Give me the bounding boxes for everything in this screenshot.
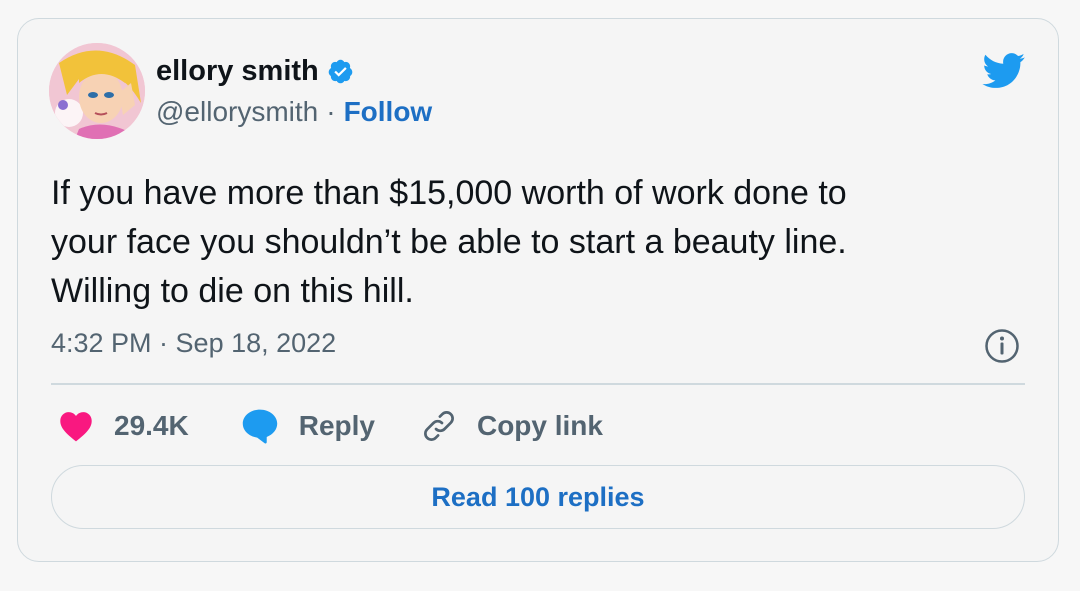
author-handle-row: @ellorysmith · Follow [156, 96, 432, 128]
like-button[interactable]: 29.4K [58, 410, 189, 442]
heart-icon [60, 412, 92, 442]
twitter-bird-icon[interactable] [982, 53, 1026, 89]
copy-link-button[interactable]: Copy link [421, 408, 603, 444]
reply-button[interactable]: Reply [241, 408, 375, 444]
like-count: 29.4K [114, 410, 189, 441]
info-icon[interactable] [984, 328, 1020, 364]
divider [51, 383, 1025, 385]
link-icon [424, 411, 454, 441]
verified-badge-icon [328, 59, 353, 84]
read-replies-button[interactable]: Read 100 replies [51, 465, 1025, 529]
avatar-image [49, 43, 145, 139]
reply-label: Reply [298, 410, 375, 441]
copy-link-label: Copy link [476, 410, 603, 441]
tweet-timestamp[interactable]: 4:32 PM · Sep 18, 2022 [51, 328, 336, 359]
tweet-actions: 29.4K Reply Copy link [58, 404, 603, 448]
follow-button[interactable]: Follow [344, 96, 433, 128]
tweet-card: ellory smith @ellorysmith · Follow If yo… [17, 18, 1059, 562]
author-handle[interactable]: @ellorysmith [156, 96, 318, 128]
separator: · [326, 96, 336, 127]
reply-bubble-icon [242, 409, 277, 444]
avatar[interactable] [49, 43, 145, 139]
author-name-row: ellory smith [156, 55, 354, 88]
tweet-text: If you have more than $15,000 worth of w… [51, 174, 847, 310]
author-name[interactable]: ellory smith [156, 55, 319, 88]
